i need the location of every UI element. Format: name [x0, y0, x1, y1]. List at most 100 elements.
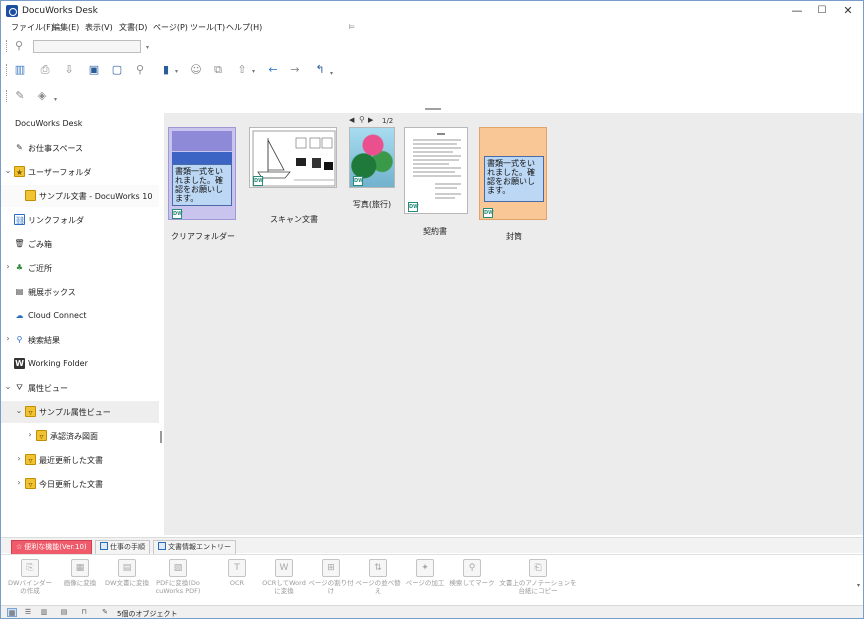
- task-scroll-icon[interactable]: ▾: [857, 582, 860, 589]
- annotation-icon[interactable]: ✎: [13, 89, 27, 103]
- expand-chevron-icon[interactable]: ›: [4, 262, 12, 271]
- menu-edit[interactable]: 編集(E): [52, 22, 79, 33]
- tree-item-user-folder[interactable]: ⌄ ★ ユーザーフォルダ: [1, 161, 159, 183]
- binder-icon[interactable]: ▮: [159, 63, 173, 77]
- envelope-thumbnail[interactable]: 書類一式をいれました。確認をお願いします。 DW: [479, 127, 547, 220]
- back-icon[interactable]: ←: [266, 63, 280, 77]
- tag-icon[interactable]: ◈: [35, 89, 49, 103]
- tree-item-neighborhood[interactable]: › ♣ ご近所: [1, 257, 159, 279]
- page-reorder-button[interactable]: ⇅ ページの並べ替え: [355, 559, 401, 603]
- up-dropdown-icon[interactable]: ▾: [252, 68, 255, 75]
- parent-folder-icon[interactable]: ↰: [313, 63, 327, 77]
- expand-chevron-icon[interactable]: ›: [15, 478, 23, 487]
- tree-item-docuworks-desk[interactable]: DocuWorks Desk: [1, 113, 159, 135]
- search-input[interactable]: [33, 40, 141, 53]
- create-binder-button[interactable]: ⎘ DWバインダーの作成: [7, 559, 53, 603]
- page-pin-icon: ⚲: [359, 115, 365, 124]
- collapse-chevron-icon[interactable]: ⌄: [4, 382, 12, 391]
- print-icon[interactable]: ⎙: [38, 63, 52, 77]
- annotation-dropdown-icon[interactable]: ▾: [54, 96, 57, 103]
- document-item[interactable]: ◀ ⚲ ▶ 1/2 DW 写真(旅行): [347, 115, 407, 214]
- scan-document-thumbnail[interactable]: DW: [249, 127, 337, 188]
- toolbar-splitter[interactable]: [425, 108, 441, 110]
- task-button-label: DW文書に変換: [105, 579, 149, 587]
- toolbar-grip[interactable]: [6, 40, 8, 52]
- tab-document-info-entry[interactable]: 文書情報エントリー: [153, 540, 236, 554]
- close-button[interactable]: ✕: [833, 1, 863, 21]
- tab-useful-features[interactable]: ☆ 便利な機能(Ver.10): [11, 540, 92, 554]
- document-item[interactable]: 書類一式をいれました。確認をお願いします。 DW クリアフォルダー: [168, 127, 238, 247]
- open-viewer-icon[interactable]: ▥: [13, 63, 27, 77]
- clear-folder-thumbnail[interactable]: 書類一式をいれました。確認をお願いします。 DW: [168, 127, 236, 220]
- user-icon[interactable]: ☺: [189, 63, 203, 77]
- tree-item-confidential-box[interactable]: ▤ 親展ボックス: [1, 281, 159, 303]
- document-item[interactable]: DW スキャン文書: [249, 127, 339, 227]
- expand-chevron-icon[interactable]: ›: [26, 430, 34, 439]
- document-label: クリアフォルダー: [171, 232, 235, 241]
- export-icon[interactable]: ⇩: [62, 63, 76, 77]
- page-process-button[interactable]: ✦ ページの加工: [402, 559, 448, 603]
- menu-view[interactable]: 表示(V): [85, 22, 113, 33]
- tree-item-search-results[interactable]: › ⚲ 検索結果: [1, 329, 159, 351]
- search-results-icon: ⚲: [16, 335, 23, 344]
- expand-chevron-icon[interactable]: ›: [15, 454, 23, 463]
- contract-thumbnail[interactable]: DW: [404, 127, 468, 214]
- tree-item-approved-drawings[interactable]: › ▿ 承認済み図面: [1, 425, 159, 447]
- tree-item-trash[interactable]: 🗑 ごみ箱: [1, 233, 159, 255]
- zoom-icon[interactable]: ⚲: [133, 63, 147, 77]
- binder-dropdown-icon[interactable]: ▾: [175, 68, 178, 75]
- copy-icon[interactable]: ⧉: [211, 63, 225, 77]
- preview-icon[interactable]: ⊓: [79, 608, 89, 617]
- menu-tools[interactable]: ツール(T): [190, 22, 225, 33]
- ocr-button[interactable]: T OCR: [214, 559, 260, 603]
- page-view-icon[interactable]: ▢: [110, 63, 124, 77]
- tree-item-link-folder[interactable]: ⛓ リンクフォルダ: [1, 209, 159, 231]
- tree-item-recent-updated[interactable]: › ▿ 最近更新した文書: [1, 449, 159, 471]
- thumbnail-view-icon[interactable]: ▦: [7, 608, 17, 617]
- search-icon[interactable]: ⚲: [12, 39, 26, 53]
- tree-item-attribute-view[interactable]: ⌄ ⛛ 属性ビュー: [1, 377, 159, 399]
- forward-icon[interactable]: →: [288, 63, 302, 77]
- page-next-icon[interactable]: ▶: [368, 116, 373, 124]
- convert-pdf-button[interactable]: ▧ PDFに変換(DocuWorks PDF): [155, 559, 201, 603]
- task-button-label: PDFに変換(DocuWorks PDF): [155, 579, 201, 595]
- convert-image-button[interactable]: ▦ 画像に変換: [57, 559, 103, 603]
- ocr-icon: T: [228, 559, 246, 577]
- panel-view-icon[interactable]: ▤: [59, 608, 69, 617]
- thumbnail-view-icon[interactable]: ▣: [87, 63, 101, 77]
- tree-item-sample-attribute-view[interactable]: ⌄ ▿ サンプル属性ビュー: [1, 401, 159, 423]
- document-item[interactable]: DW 契約書: [404, 127, 470, 239]
- ocr-word-button[interactable]: W OCRしてWordに変換: [261, 559, 307, 603]
- word-icon: W: [275, 559, 293, 577]
- up-arrow-icon[interactable]: ⇧: [235, 63, 249, 77]
- photo-thumbnail[interactable]: DW: [349, 127, 395, 188]
- tab-work-procedure[interactable]: 仕事の手順: [95, 540, 150, 554]
- tree-item-cloud-connect[interactable]: ☁ Cloud Connect: [1, 305, 159, 327]
- pin-icon[interactable]: ⊨: [349, 23, 355, 31]
- collapse-chevron-icon[interactable]: ⌄: [15, 406, 23, 415]
- menu-file[interactable]: ファイル(F): [11, 22, 54, 33]
- toolbar-grip[interactable]: [6, 90, 8, 102]
- detail-view-icon[interactable]: ▥: [39, 608, 49, 617]
- search-dropdown-icon[interactable]: ▾: [146, 44, 149, 51]
- menu-page[interactable]: ページ(P): [153, 22, 188, 33]
- tree-item-workspace[interactable]: ✎ お仕事スペース: [1, 137, 159, 159]
- menu-help[interactable]: ヘルプ(H): [226, 22, 262, 33]
- parent-dropdown-icon[interactable]: ▾: [330, 70, 333, 77]
- pencil-icon: ✎: [16, 143, 23, 152]
- search-mark-button[interactable]: ⚲ 検索してマーク: [449, 559, 495, 603]
- tree-item-today-updated[interactable]: › ▿ 今日更新した文書: [1, 473, 159, 495]
- menu-document[interactable]: 文書(D): [119, 22, 147, 33]
- tree-item-working-folder[interactable]: W Working Folder: [1, 353, 159, 375]
- tree-item-sample-docs[interactable]: サンプル文書 - DocuWorks 10: [1, 185, 159, 207]
- page-layout-button[interactable]: ⊞ ページの割り付け: [308, 559, 354, 603]
- toolbar-grip[interactable]: [6, 64, 8, 76]
- document-item[interactable]: 書類一式をいれました。確認をお願いします。 DW 封筒: [479, 127, 549, 243]
- expand-chevron-icon[interactable]: ›: [4, 334, 12, 343]
- collapse-chevron-icon[interactable]: ⌄: [4, 166, 12, 175]
- convert-dw-button[interactable]: ▤ DW文書に変換: [104, 559, 150, 603]
- list-view-icon[interactable]: ☰: [23, 608, 33, 617]
- sidebar-splitter[interactable]: [160, 431, 162, 443]
- copy-annotation-button[interactable]: ⎗ 文書上のアノテーションを台紙にコピー: [499, 559, 577, 603]
- page-prev-icon[interactable]: ◀: [349, 116, 354, 124]
